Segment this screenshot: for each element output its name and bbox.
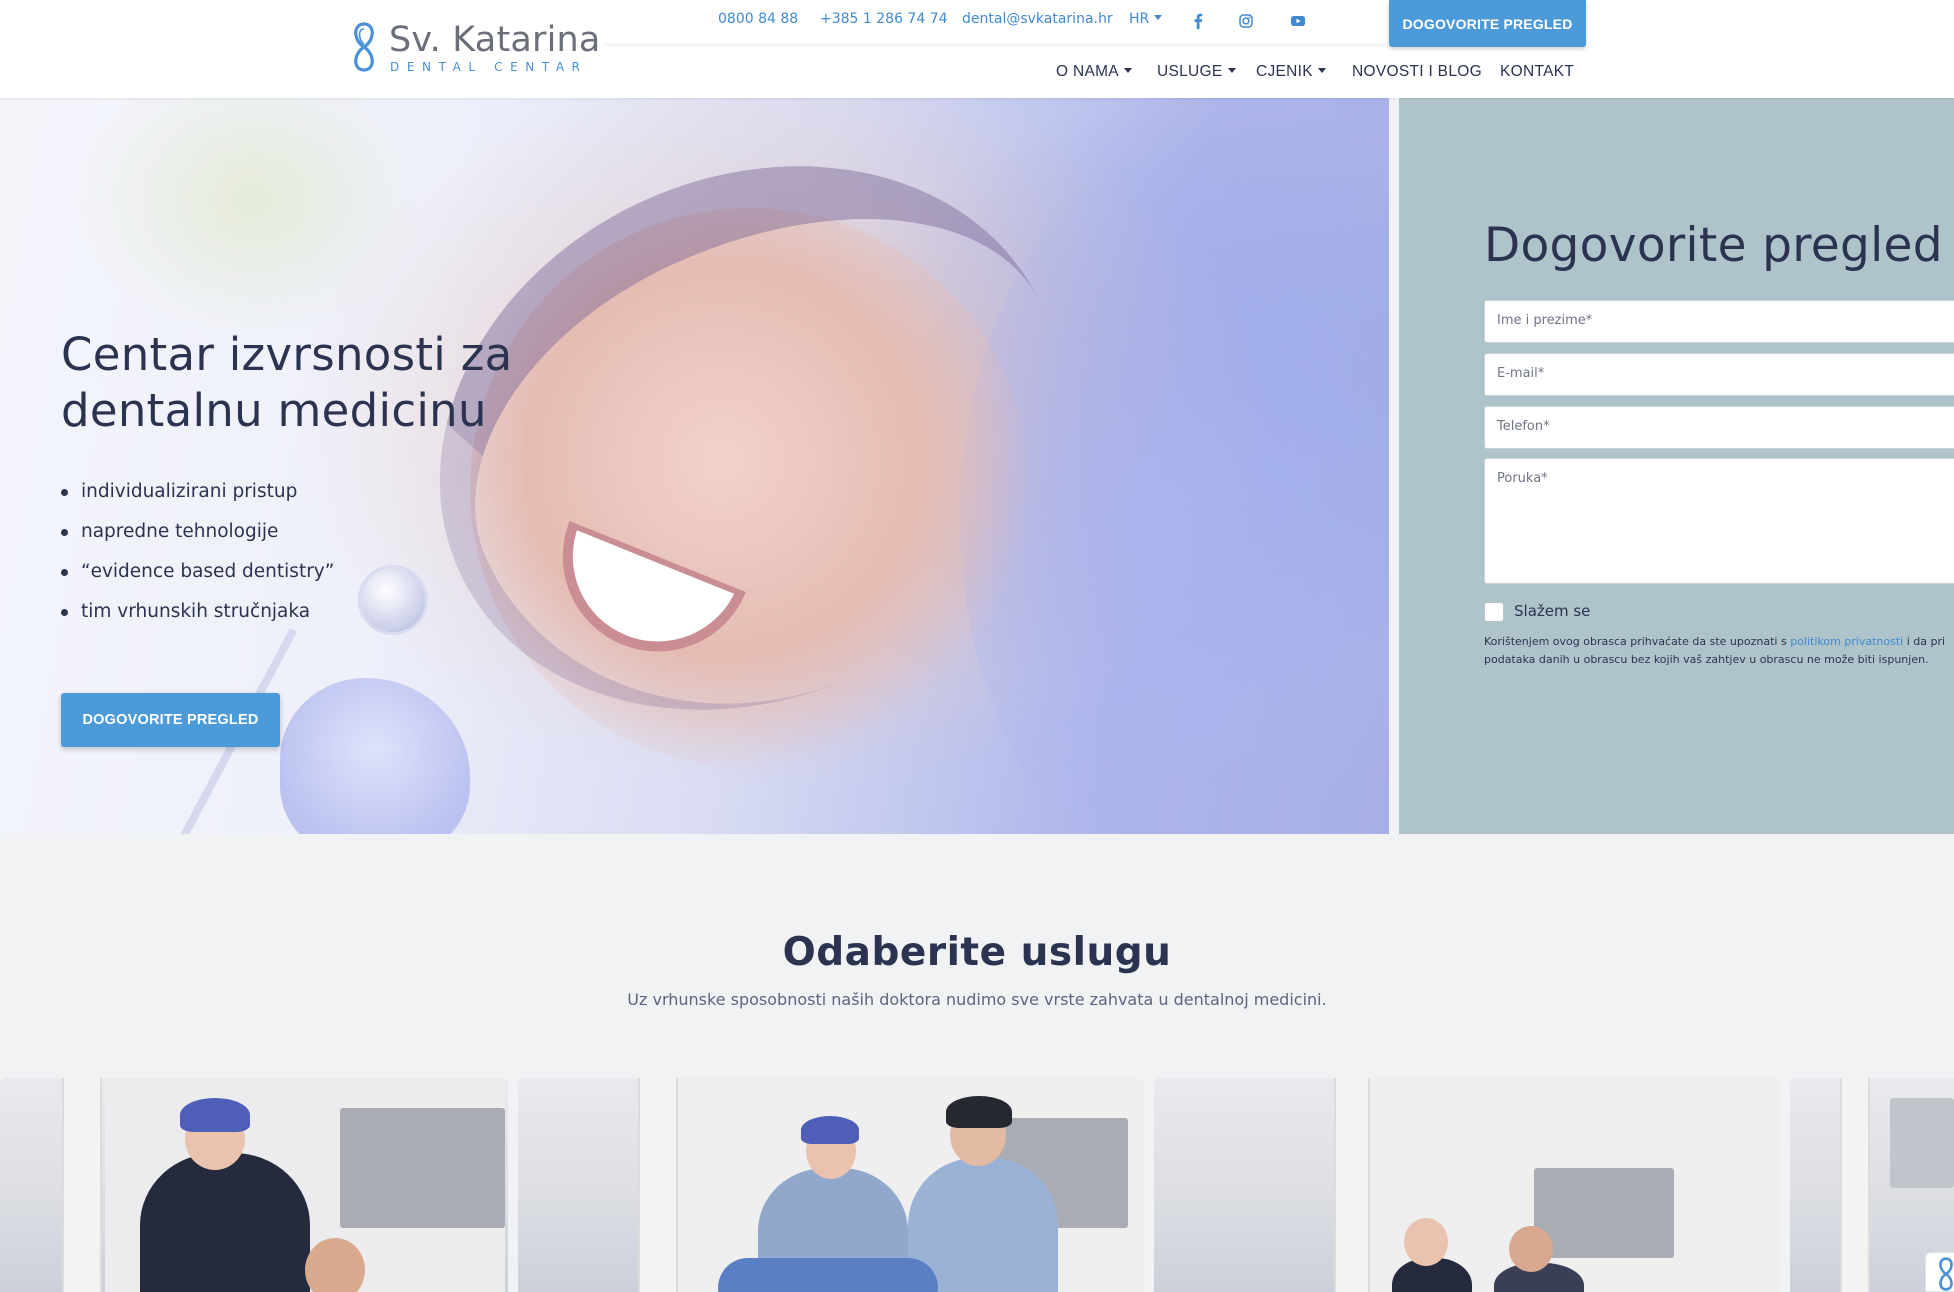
hero-section: Centar izvrsnosti za dentalnu medicinu i… [0, 98, 1389, 834]
nav-item-o-nama[interactable]: O NAMA [1056, 63, 1132, 81]
card-photo-cap [180, 1098, 250, 1132]
card-photo-pillar [1840, 1078, 1870, 1292]
list-item: tim vrhunskih stručnjaka [61, 597, 334, 637]
phone-field[interactable]: Telefon* [1484, 406, 1954, 449]
message-textarea[interactable]: Poruka* [1484, 458, 1954, 584]
services-subtitle: Uz vrhunske sposobnosti naših doktora nu… [627, 990, 1327, 1009]
card-photo-hair [946, 1096, 1012, 1128]
dental-mirror-image [358, 565, 428, 635]
youtube-icon[interactable] [1287, 10, 1309, 32]
form-title: Dogovorite pregled [1484, 218, 1943, 273]
site-logo[interactable]: Sv. Katarina DENTAL CENTAR [349, 18, 600, 76]
services-title: Odaberite uslugu [782, 930, 1172, 975]
card-photo-dentist [140, 1153, 310, 1292]
logo-title: Sv. Katarina [389, 20, 601, 60]
card-photo-pillar [638, 1078, 678, 1292]
hero-feature-list: individualizirani pristup napredne tehno… [61, 477, 334, 637]
book-appointment-top-button[interactable]: DOGOVORITE PREGLED [1389, 0, 1586, 47]
service-card-1[interactable] [0, 1078, 508, 1292]
phone-link-1[interactable]: 0800 84 88 [718, 11, 798, 27]
privacy-notice: Korištenjem ovog obrasca prihvaćate da s… [1484, 633, 1954, 669]
list-item: individualizirani pristup [61, 477, 334, 517]
topbar-divider [603, 43, 1388, 47]
privacy-notice-text-cont: i da pri [1903, 635, 1946, 648]
message-placeholder: Poruka* [1497, 471, 1548, 486]
logo-mark-icon [1939, 1257, 1953, 1291]
logo-tagline: DENTAL CENTAR [390, 60, 588, 74]
hero-photo-glove [280, 678, 470, 834]
facebook-icon[interactable] [1187, 10, 1209, 32]
chevron-down-icon [1154, 15, 1163, 20]
logo-mark-icon [354, 22, 374, 72]
chat-widget-button[interactable] [1925, 1252, 1954, 1292]
name-field[interactable]: Ime i prezime* [1484, 300, 1954, 343]
card-photo-cabinet [1534, 1168, 1674, 1258]
instagram-icon[interactable] [1235, 10, 1257, 32]
card-photo-pillar [62, 1078, 102, 1292]
chevron-down-icon [1317, 67, 1326, 73]
phone-link-2[interactable]: +385 1 286 74 74 [820, 11, 948, 27]
privacy-policy-link[interactable]: politikom privatnosti [1790, 635, 1903, 648]
email-link[interactable]: dental@svkatarina.hr [962, 11, 1113, 27]
chevron-down-icon [1227, 67, 1236, 73]
list-item: napredne tehnologije [61, 517, 334, 557]
card-photo-cap [801, 1116, 859, 1144]
hero-title-line-1: Centar izvrsnosti za [61, 328, 513, 381]
nav-item-usluge[interactable]: USLUGE [1157, 63, 1236, 81]
card-photo-patient-blanket [718, 1258, 938, 1292]
nav-item-label: USLUGE [1157, 63, 1223, 80]
phone-placeholder: Telefon* [1497, 419, 1550, 434]
appointment-form-panel: Dogovorite pregled Ime i prezime* E-mail… [1399, 98, 1954, 834]
list-item: “evidence based dentistry” [61, 557, 334, 597]
nav-item-kontakt[interactable]: KONTAKT [1500, 63, 1574, 81]
service-card-2[interactable] [518, 1078, 1144, 1292]
email-placeholder: E-mail* [1497, 366, 1545, 381]
hero-title: Centar izvrsnosti za dentalnu medicinu [61, 327, 513, 439]
name-placeholder: Ime i prezime* [1497, 313, 1593, 328]
consent-label[interactable]: Slažem se [1514, 602, 1590, 620]
nav-item-cjenik[interactable]: CJENIK [1256, 63, 1326, 81]
nav-item-label: CJENIK [1256, 63, 1313, 80]
nav-item-novosti-i-blog[interactable]: NOVOSTI I BLOG [1352, 63, 1482, 81]
privacy-notice-text: Korištenjem ovog obrasca prihvaćate da s… [1484, 635, 1791, 648]
email-field[interactable]: E-mail* [1484, 353, 1954, 396]
language-selector[interactable]: HR [1129, 11, 1163, 27]
site-header: Sv. Katarina DENTAL CENTAR 0800 84 88 +3… [0, 0, 1954, 98]
book-appointment-hero-button[interactable]: DOGOVORITE PREGLED [61, 693, 280, 747]
card-photo-cabinet [340, 1108, 505, 1228]
nav-item-label: NOVOSTI I BLOG [1352, 63, 1482, 80]
nav-item-label: KONTAKT [1500, 63, 1575, 80]
chevron-down-icon [1123, 67, 1132, 73]
nav-item-label: O NAMA [1056, 63, 1119, 80]
consent-checkbox[interactable] [1484, 602, 1504, 622]
privacy-notice-line-2: podataka danih u obrascu bez kojih vaš z… [1484, 653, 1929, 666]
service-card-3[interactable] [1154, 1078, 1780, 1292]
card-photo-cabinet [1890, 1098, 1954, 1188]
language-label: HR [1129, 11, 1150, 27]
card-photo-head [1509, 1226, 1553, 1272]
card-photo-head [1404, 1218, 1448, 1266]
card-photo-pillar [1334, 1078, 1370, 1292]
hero-title-line-2: dentalnu medicinu [61, 384, 487, 437]
